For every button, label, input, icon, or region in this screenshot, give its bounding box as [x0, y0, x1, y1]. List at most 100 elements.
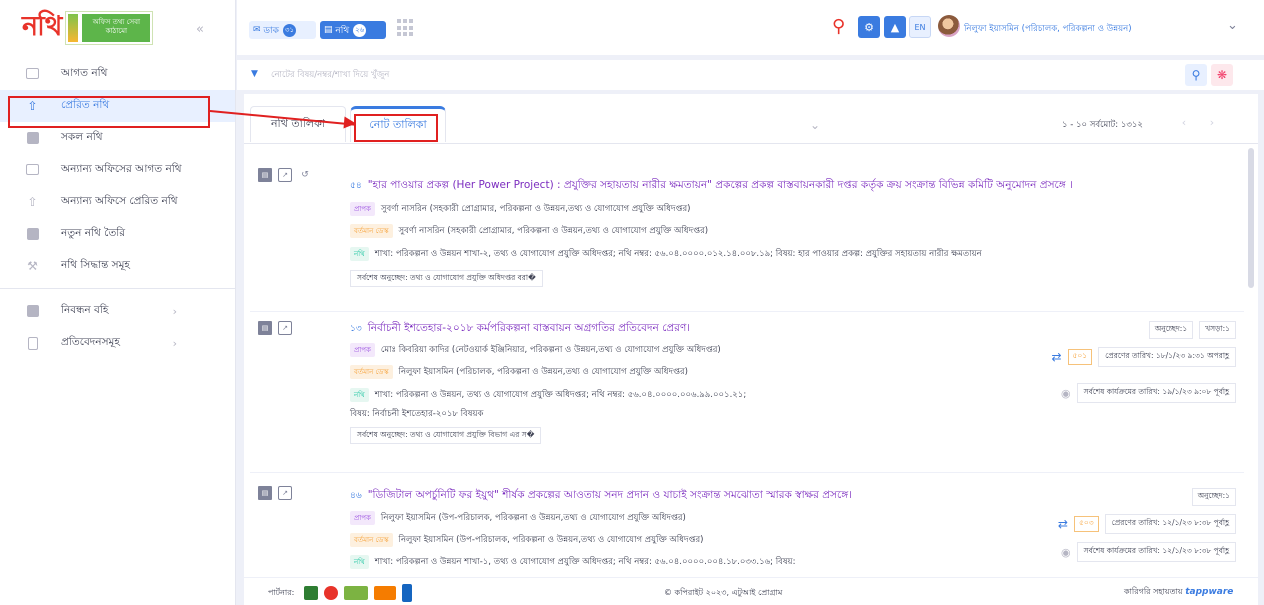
sender-tag: প্রাপক: [350, 343, 375, 357]
undo-icon[interactable]: ↺: [298, 168, 312, 182]
expand-icon[interactable]: ↗: [278, 486, 292, 500]
logo-badge: অফিস তথ্য সেবা কাঠামো: [65, 11, 154, 45]
note-number: ১৩: [350, 324, 362, 334]
sidebar-item-new-nothi[interactable]: নতুন নথি তৈরি: [0, 218, 235, 250]
current-desk-line: বর্তমান ডেস্ক নিলুফা ইয়াসমিন (উপ-পরিচাল…: [350, 533, 703, 547]
row-badges: অনুচ্ছেদ:১: [1191, 488, 1236, 506]
last-note-box: সর্বশেষ অনুচ্ছেদ: তথ্য ও যোগাযোগ প্রযুক্…: [350, 270, 543, 287]
table-row[interactable]: ▤ ↗ ৪৬ "ডিজিটাল অপর্চুনিটি ফর ইয়ুথ" শীর্…: [250, 474, 1244, 578]
sidebar-item-label: সকল নথি: [61, 130, 103, 143]
document-icon[interactable]: ▤: [258, 321, 272, 335]
sent-date: প্রেরণের তারিখ: ১৮/১/২৩ ৯:৩১ অপরাহ্ণ: [1098, 347, 1236, 367]
sidebar-item-label: আগত নথি: [61, 66, 108, 79]
digital-bangladesh-logo-icon[interactable]: [344, 586, 368, 600]
folder-icon: ▤: [324, 25, 333, 35]
note-title[interactable]: ৫৪ "হার পাওয়ার প্রকল্প (Her Power Projec…: [350, 178, 1073, 195]
search-input[interactable]: [271, 66, 1171, 84]
nothi-line: নথি শাখা: পরিকল্পনা ও উন্নয়ন শাখা-২, তথ…: [350, 247, 982, 261]
table-row[interactable]: ▤ ↗ ১৩ নির্বাচনী ইশতেহার-২০১৮ কর্মপরিকল্প…: [250, 313, 1244, 473]
reset-button[interactable]: ❋: [1211, 64, 1233, 86]
apps-grid-icon[interactable]: [397, 19, 415, 37]
nothi-button[interactable]: ▤ নথি ২৬: [320, 21, 386, 39]
scrollbar[interactable]: [1248, 148, 1254, 288]
user-name[interactable]: নিলুফা ইয়াসমিন (পরিচালক, পরিকল্পনা ও উন…: [964, 22, 1132, 36]
note-title[interactable]: ৪৬ "ডিজিটাল অপর্চুনিটি ফর ইয়ুথ" শীর্ষক প…: [350, 488, 852, 505]
language-toggle[interactable]: EN: [909, 16, 931, 38]
note-title-text: নির্বাচনী ইশতেহার-২০১৮ কর্মপরিকল্পনা বাস…: [367, 322, 691, 334]
note-title-text: "হার পাওয়ার প্রকল্প (Her Power Project)…: [367, 179, 1073, 191]
chevron-down-icon[interactable]: ⌄: [810, 118, 820, 132]
a2i-logo-icon[interactable]: [304, 586, 318, 600]
sender-tag: প্রাপক: [350, 202, 375, 216]
logo-main-text: নথি: [22, 10, 62, 42]
bangladesh-emblem-icon[interactable]: [324, 586, 338, 600]
search-icon[interactable]: ⚲: [832, 16, 845, 37]
notifications-button[interactable]: ▲: [884, 16, 906, 38]
search-bar: ▼ ⚲ ❋: [237, 60, 1264, 90]
sent-info: ⇄ ৫০১ প্রেরণের তারিখ: ১৮/১/২৩ ৯:৩১ অপরাহ…: [1051, 347, 1236, 367]
nothi-value: শাখা: পরিকল্পনা ও উন্নয়ন, তথ্য ও যোগাযো…: [374, 390, 747, 400]
sidebar-item-decisions[interactable]: ⚒ নথি সিদ্ধান্ত সমূহ: [0, 250, 235, 282]
sidebar-divider: [0, 288, 235, 289]
nothi-tag: নথি: [350, 247, 369, 261]
sender-tag: প্রাপক: [350, 511, 375, 525]
draft-count-badge: খসড়া:১: [1199, 321, 1236, 339]
sidebar-item-other-sent[interactable]: ⇧ অন্যান্য অফিসে প্রেরিত নথি: [0, 186, 235, 218]
pager-prev-button[interactable]: ‹: [1174, 112, 1194, 132]
dak-button[interactable]: ✉ ডাক ৩১: [249, 21, 316, 39]
sidebar-group-reports[interactable]: প্রতিবেদনসমূহ ›: [0, 327, 235, 359]
nothi-tag: নথি: [350, 555, 369, 569]
current-desk-value: নিলুফা ইয়াসমিন (পরিচালক, পরিকল্পনা ও উন…: [398, 367, 688, 377]
settings-button[interactable]: ⚙: [858, 16, 880, 38]
sync-icon[interactable]: ⇄: [1058, 517, 1068, 531]
note-number: ৫৪: [350, 181, 362, 191]
copyright-text: © কপিরাইট ২০২৩, এটুআই প্রোগ্রাম: [664, 588, 783, 597]
logo-bar-graphic: [68, 14, 79, 42]
mail-icon: ✉: [253, 25, 261, 35]
partner-logo-icon[interactable]: [402, 584, 412, 602]
sidebar-item-other-incoming[interactable]: অন্যান্য অফিসের আগত নথি: [0, 154, 235, 186]
eye-icon[interactable]: ◉: [1061, 546, 1071, 559]
gear-icon: ⚙: [864, 20, 874, 34]
tab-nothi-list[interactable]: নথি তালিকা: [250, 106, 346, 142]
logo[interactable]: নথি অফিস তথ্য সেবা কাঠামো «: [0, 0, 235, 56]
current-desk-tag: বর্তমান ডেস্ক: [350, 533, 393, 547]
note-number: ৪৬: [350, 491, 362, 501]
expand-icon[interactable]: ↗: [278, 321, 292, 335]
search-button[interactable]: ⚲: [1185, 64, 1207, 86]
highlight-note-list-tab: [354, 114, 438, 142]
note-title[interactable]: ১৩ নির্বাচনী ইশতেহার-২০১৮ কর্মপরিকল্পনা ব…: [350, 321, 690, 338]
sidebar-item-label: অন্যান্য অফিসে প্রেরিত নথি: [61, 194, 178, 207]
sync-icon[interactable]: ⇄: [1051, 350, 1061, 364]
table-row[interactable]: ▤ ↗ ↺ ৫৪ "হার পাওয়ার প্রকল্প (Her Power …: [250, 150, 1244, 312]
document-icon[interactable]: ▤: [258, 486, 272, 500]
avatar[interactable]: [938, 15, 960, 37]
sidebar-item-label: নতুন নথি তৈরি: [61, 226, 126, 239]
pager-next-button[interactable]: ›: [1202, 112, 1222, 132]
last-note-box: সর্বশেষ অনুচ্ছেদ: তথ্য ও যোগাযোগ প্রযুক্…: [350, 427, 542, 444]
last-action-info: ◉ সর্বশেষ কার্যক্রমের তারিখ: ১৯/১/২৩ ৯:০…: [1061, 383, 1236, 403]
caret-down-icon[interactable]: ▼: [251, 69, 258, 79]
sender-value: মোঃ কিবরিয়া কাদির (নেটওয়ার্ক ইঞ্জিনিয়…: [380, 345, 721, 355]
count-tag: ৫০১: [1067, 349, 1093, 365]
sidebar-item-incoming[interactable]: আগত নথি: [0, 58, 235, 90]
sidebar-group-register[interactable]: নিবন্ধন বহি ›: [0, 295, 235, 327]
nothi-line: নথি শাখা: পরিকল্পনা ও উন্নয়ন, তথ্য ও যো…: [350, 388, 746, 402]
eye-icon[interactable]: ◉: [1061, 387, 1071, 400]
inbox-icon: [26, 67, 39, 81]
document-icon[interactable]: ▤: [258, 168, 272, 182]
paragraph-count-badge: অনুচ্ছেদ:১: [1148, 321, 1194, 339]
footer: পার্টনার: © কপিরাইট ২০২৩, এটুআই প্রোগ্রা…: [244, 577, 1258, 605]
sidebar-collapse-icon[interactable]: «: [196, 22, 204, 37]
sidebar: নথি অফিস তথ্য সেবা কাঠামো « আগত নথি ⇧ প্…: [0, 0, 236, 605]
sender-line: প্রাপক নিলুফা ইয়াসমিন (উপ-পরিচালক, পরিক…: [350, 511, 686, 525]
chevron-down-icon[interactable]: ⌄: [1227, 18, 1238, 33]
tappware-logo[interactable]: tappware: [1185, 587, 1233, 597]
expand-icon[interactable]: ↗: [278, 168, 292, 182]
top-bar: ✉ ডাক ৩১ ▤ নথি ২৬ ⚲ ⚙ ▲ EN নিলুফা ইয়াসম…: [237, 0, 1264, 56]
ict-division-logo-icon[interactable]: [374, 586, 396, 600]
row-actions: ▤ ↗ ↺: [258, 168, 312, 182]
chevron-right-icon: ›: [172, 336, 177, 350]
subject-line: বিষয়: নির্বাচনী ইশতেহার-২০১৮ বিষয়ক: [350, 409, 484, 419]
nothi-value: শাখা: পরিকল্পনা ও উন্নয়ন শাখা-২, তথ্য ও…: [374, 249, 982, 259]
